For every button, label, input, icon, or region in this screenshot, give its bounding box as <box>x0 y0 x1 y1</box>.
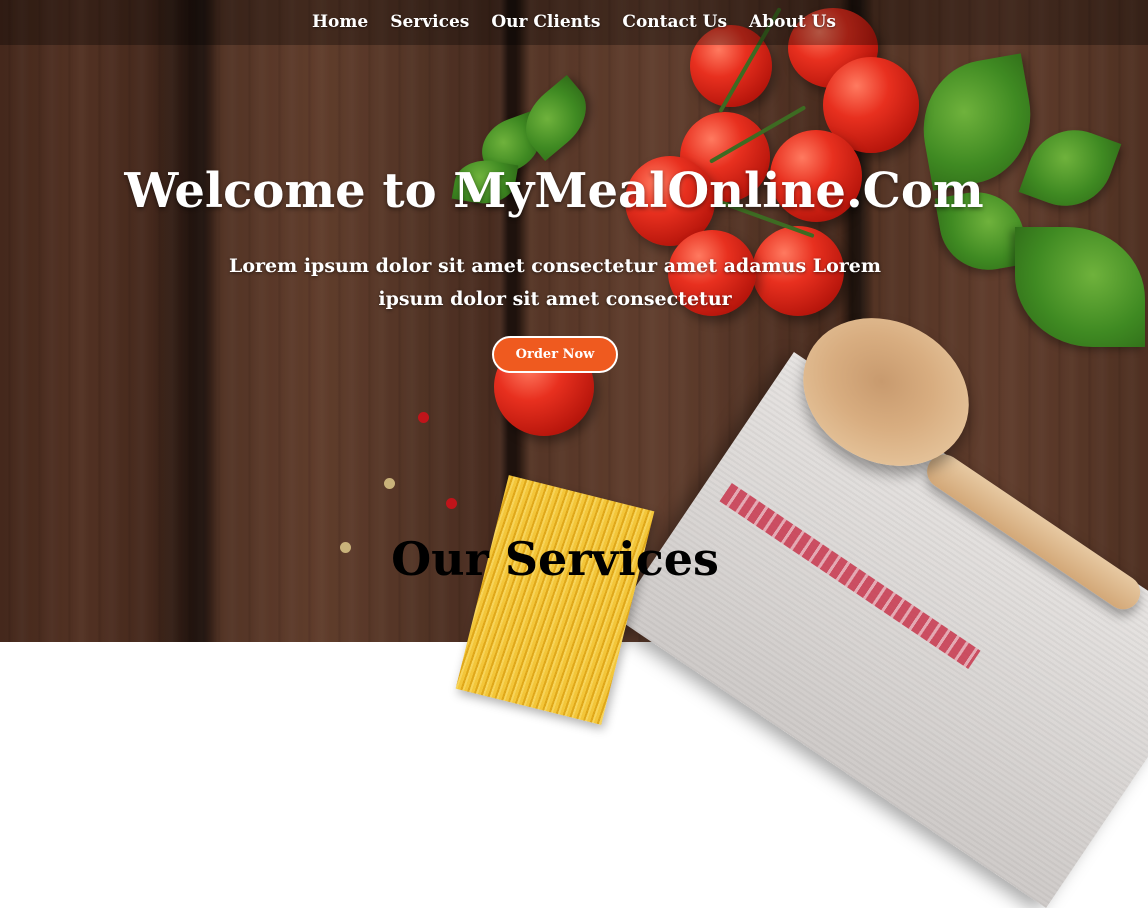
nav-link-our-clients[interactable]: Our Clients <box>480 0 611 45</box>
nav-link-home[interactable]: Home <box>301 0 379 45</box>
hero-title: Welcome to MyMealOnline.Com <box>0 163 1108 219</box>
hero-description: Lorem ipsum dolor sit amet consectetur a… <box>228 255 881 310</box>
nav-link-services[interactable]: Services <box>379 0 480 45</box>
order-now-button[interactable]: Order Now <box>492 336 618 373</box>
services-section-title: Our Services <box>391 532 719 586</box>
nav-link-contact-us[interactable]: Contact Us <box>611 0 738 45</box>
peppercorn <box>446 498 457 509</box>
nav-link-about-us[interactable]: About Us <box>738 0 847 45</box>
hero-title-text: Welcome to MyMealOnline.Com <box>124 163 984 219</box>
peppercorn <box>384 478 395 489</box>
main-navigation: Home Services Our Clients Contact Us Abo… <box>0 0 1148 45</box>
peppercorn <box>340 542 351 553</box>
peppercorn <box>418 412 429 423</box>
